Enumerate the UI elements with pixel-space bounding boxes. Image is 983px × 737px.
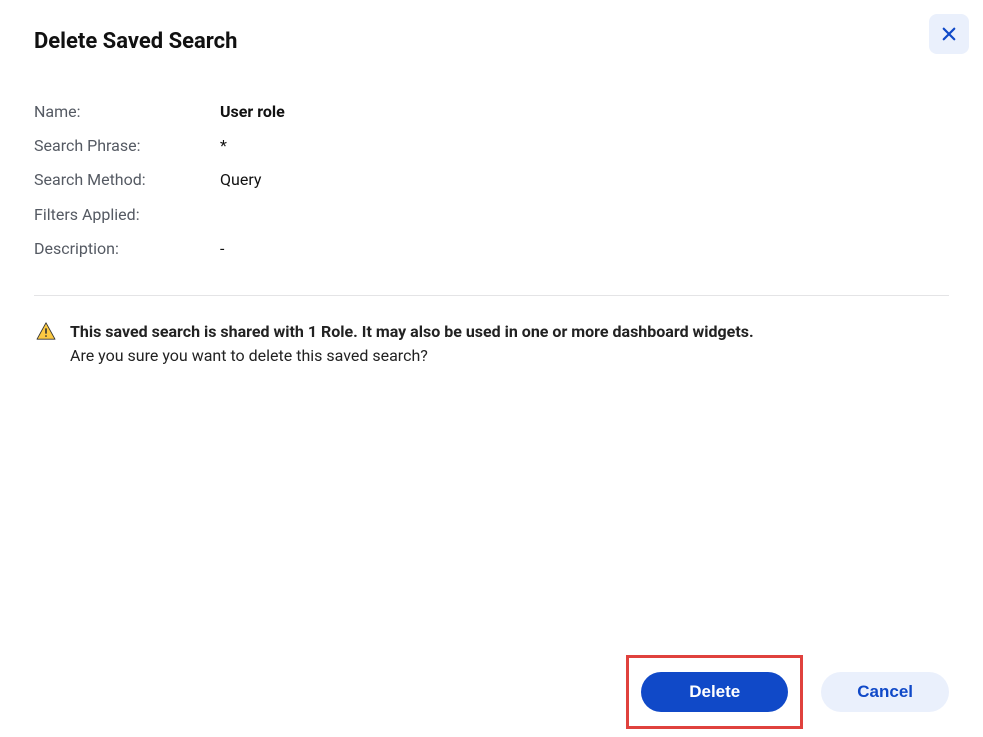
dialog-title: Delete Saved Search — [34, 28, 237, 57]
details-section: Name: User role Search Phrase: * Search … — [34, 101, 949, 261]
warning-box: This saved search is shared with 1 Role.… — [34, 320, 949, 370]
detail-row-phrase: Search Phrase: * — [34, 135, 949, 157]
warning-triangle-icon — [36, 322, 56, 344]
filters-label: Filters Applied: — [34, 204, 220, 226]
detail-row-method: Search Method: Query — [34, 169, 949, 191]
dialog-header: Delete Saved Search — [34, 28, 949, 57]
phrase-value: * — [220, 135, 227, 157]
detail-row-description: Description: - — [34, 238, 949, 260]
dialog-footer: Delete Cancel — [626, 655, 949, 729]
warning-bold-line: This saved search is shared with 1 Role.… — [70, 320, 754, 345]
method-label: Search Method: — [34, 169, 220, 191]
close-button[interactable] — [929, 14, 969, 54]
warning-text: This saved search is shared with 1 Role.… — [70, 320, 754, 370]
description-label: Description: — [34, 238, 220, 260]
phrase-label: Search Phrase: — [34, 135, 220, 157]
name-label: Name: — [34, 101, 220, 123]
divider — [34, 295, 949, 296]
method-value: Query — [220, 169, 261, 191]
warning-confirm-line: Are you sure you want to delete this sav… — [70, 344, 754, 369]
cancel-button[interactable]: Cancel — [821, 672, 949, 712]
detail-row-name: Name: User role — [34, 101, 949, 123]
delete-button[interactable]: Delete — [641, 672, 788, 712]
close-icon — [940, 25, 958, 43]
detail-row-filters: Filters Applied: — [34, 204, 949, 226]
highlight-frame: Delete — [626, 655, 803, 729]
name-value: User role — [220, 101, 285, 123]
description-value: - — [220, 238, 224, 260]
